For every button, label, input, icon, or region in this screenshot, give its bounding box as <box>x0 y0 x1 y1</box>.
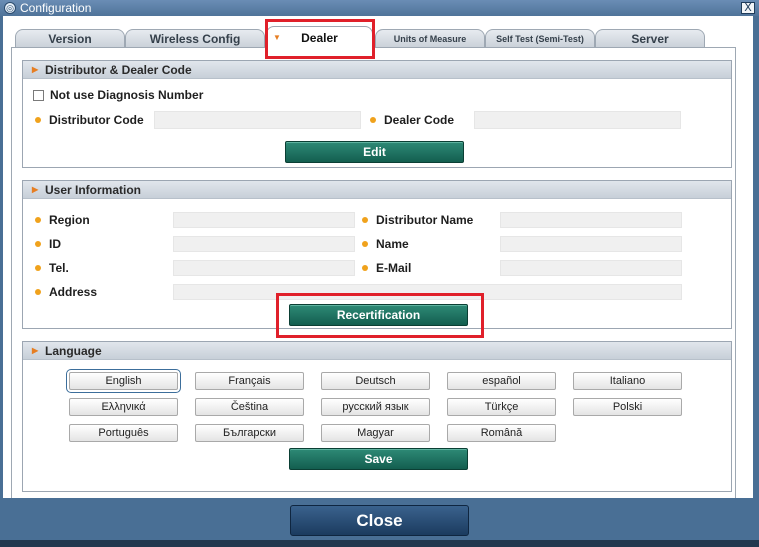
tab-label: Units of Measure <box>393 34 467 44</box>
language-russian-button[interactable]: русский язык <box>321 398 430 416</box>
orange-dot-icon <box>35 265 41 271</box>
name-label: Name <box>362 237 409 251</box>
email-label: E-Mail <box>362 261 411 275</box>
language-espanol-button[interactable]: español <box>447 372 556 390</box>
tel-label: Tel. <box>35 261 69 275</box>
recertification-button[interactable]: Recertification <box>289 304 468 326</box>
distributor-code-label: Distributor Code <box>35 113 144 127</box>
language-romanian-button[interactable]: Română <box>447 424 556 442</box>
app-icon: ◎ <box>4 2 16 14</box>
orange-dot-icon <box>370 117 376 123</box>
region-label: Region <box>35 213 90 227</box>
id-field[interactable] <box>173 236 355 252</box>
distributor-dealer-panel: ▶ Distributor & Dealer Code Not use Diagn… <box>22 60 732 168</box>
orange-triangle-icon: ▶ <box>32 346 39 355</box>
language-bulgarian-button[interactable]: Български <box>195 424 304 442</box>
panel-title: Distributor & Dealer Code <box>45 63 192 77</box>
orange-triangle-icon: ▶ <box>32 65 39 74</box>
orange-dot-icon <box>35 117 41 123</box>
language-hungarian-button[interactable]: Magyar <box>321 424 430 442</box>
language-panel: ▶ Language English Français Deutsch españ… <box>22 341 732 492</box>
tab-wireless-config[interactable]: Wireless Config <box>125 29 265 48</box>
label-text: Name <box>376 237 409 251</box>
language-greek-button[interactable]: Ελληνικά <box>69 398 178 416</box>
tab-units-of-measure[interactable]: Units of Measure <box>375 29 485 48</box>
language-portuguese-button[interactable]: Português <box>69 424 178 442</box>
distributor-name-label: Distributor Name <box>362 213 473 227</box>
language-english-button[interactable]: English <box>66 369 181 393</box>
tab-dealer[interactable]: ▼ Dealer <box>266 26 373 49</box>
save-button[interactable]: Save <box>289 448 468 470</box>
window-close-button[interactable]: X <box>741 2 755 14</box>
orange-dot-icon <box>362 265 368 271</box>
configuration-window: ◎ Configuration X Version Wireless Confi… <box>0 0 759 547</box>
language-deutsch-button[interactable]: Deutsch <box>321 372 430 390</box>
edit-button[interactable]: Edit <box>285 141 464 163</box>
address-label: Address <box>35 285 97 299</box>
orange-dot-icon <box>362 241 368 247</box>
language-czech-button[interactable]: Čeština <box>195 398 304 416</box>
tab-version[interactable]: Version <box>15 29 125 48</box>
tab-bar: Version Wireless Config ▼ Dealer Units of… <box>3 26 753 49</box>
language-italiano-button[interactable]: Italiano <box>573 372 682 390</box>
close-button[interactable]: Close <box>290 505 469 536</box>
distributor-name-field[interactable] <box>500 212 682 228</box>
dialog-client-area: Version Wireless Config ▼ Dealer Units of… <box>3 16 753 498</box>
distributor-code-field[interactable] <box>154 111 361 129</box>
tab-label: Dealer <box>301 31 338 45</box>
language-polish-button[interactable]: Polski <box>573 398 682 416</box>
tab-label: Self Test (Semi-Test) <box>496 34 584 44</box>
title-bar: ◎ Configuration X <box>0 0 759 16</box>
orange-dot-icon <box>35 217 41 223</box>
label-text: Distributor Code <box>49 113 144 127</box>
region-field[interactable] <box>173 212 355 228</box>
panel-header: ▶ Language <box>23 342 731 360</box>
language-turkish-button[interactable]: Türkçe <box>447 398 556 416</box>
tab-self-test[interactable]: Self Test (Semi-Test) <box>485 29 595 48</box>
language-francais-button[interactable]: Français <box>195 372 304 390</box>
window-title: Configuration <box>20 1 92 15</box>
tab-label: Version <box>48 32 92 46</box>
taskbar <box>0 540 759 547</box>
email-field[interactable] <box>500 260 682 276</box>
address-field[interactable] <box>173 284 682 300</box>
panel-title: Language <box>45 344 102 358</box>
label-text: E-Mail <box>376 261 412 275</box>
not-use-diagnosis-label: Not use Diagnosis Number <box>50 88 204 102</box>
orange-triangle-icon: ▼ <box>273 33 281 42</box>
not-use-diagnosis-checkbox[interactable] <box>33 90 44 101</box>
tab-label: Server <box>631 32 669 46</box>
orange-triangle-icon: ▶ <box>32 185 39 194</box>
panel-header: ▶ Distributor & Dealer Code <box>23 61 731 79</box>
user-information-panel: ▶ User Information Region ID Tel. Address… <box>22 180 732 329</box>
label-text: Dealer Code <box>384 113 455 127</box>
tab-label: Wireless Config <box>149 32 241 46</box>
label-text: Distributor Name <box>376 213 474 227</box>
label-text: Tel. <box>49 261 69 275</box>
label-text: Address <box>49 285 98 299</box>
name-field[interactable] <box>500 236 682 252</box>
tel-field[interactable] <box>173 260 355 276</box>
panel-title: User Information <box>45 183 142 197</box>
tab-server[interactable]: Server <box>595 29 705 48</box>
dealer-code-label: Dealer Code <box>370 113 454 127</box>
orange-dot-icon <box>35 241 41 247</box>
orange-dot-icon <box>35 289 41 295</box>
panel-header: ▶ User Information <box>23 181 731 199</box>
dealer-code-field[interactable] <box>474 111 681 129</box>
id-label: ID <box>35 237 61 251</box>
label-text: ID <box>49 237 61 251</box>
orange-dot-icon <box>362 217 368 223</box>
label-text: Region <box>49 213 90 227</box>
